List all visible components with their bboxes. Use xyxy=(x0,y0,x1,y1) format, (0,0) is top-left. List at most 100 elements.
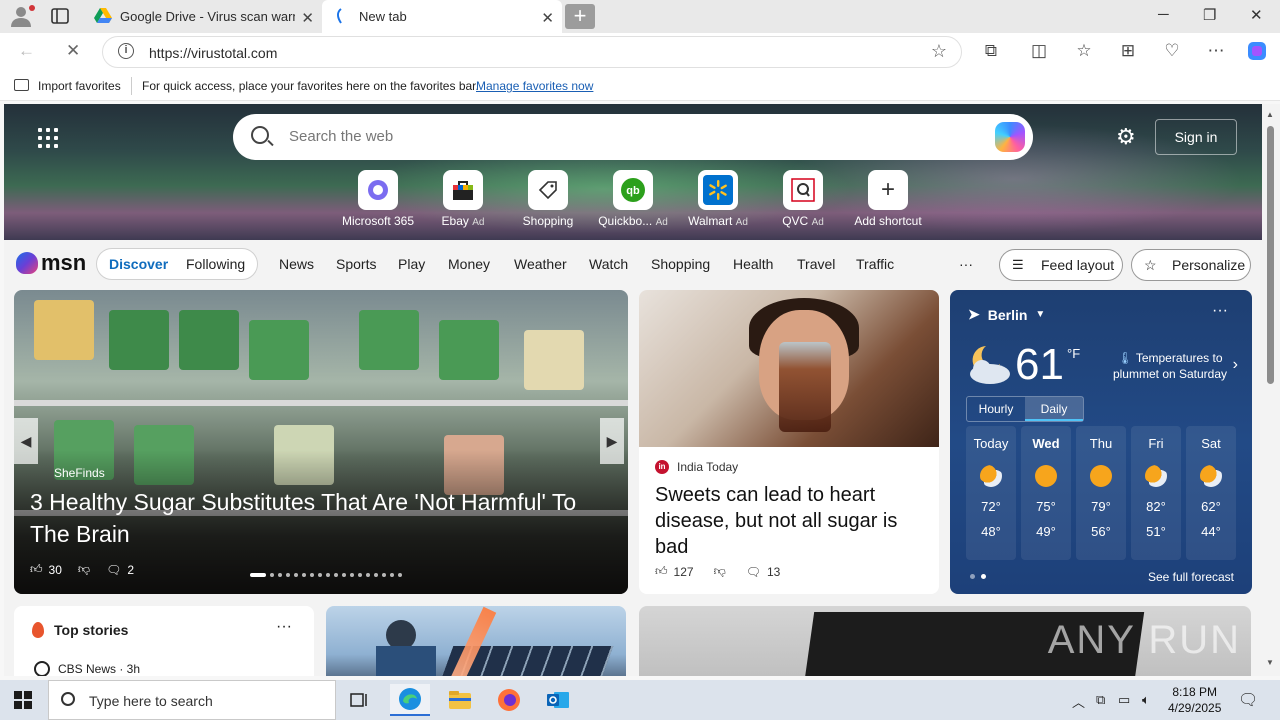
carousel-indicators[interactable] xyxy=(250,573,402,577)
carousel-next-button[interactable]: ▶ xyxy=(600,418,624,464)
nav-shopping[interactable]: Shopping xyxy=(651,256,710,272)
scrollbar-thumb[interactable] xyxy=(1267,126,1274,384)
more-nav-icon[interactable]: ··· xyxy=(959,256,973,272)
tab-google-drive[interactable]: Google Drive - Virus scan warning ✕ xyxy=(84,0,322,33)
more-options-icon[interactable]: ··· xyxy=(276,618,292,636)
taskbar-search-input[interactable]: Type here to search xyxy=(89,693,213,709)
nav-weather[interactable]: Weather xyxy=(514,256,567,272)
import-favorites-button[interactable]: Import favorites xyxy=(38,79,121,93)
comment-icon[interactable]: 🗨︎ xyxy=(106,563,121,577)
page-scrollbar[interactable]: ▲ ▼ xyxy=(1262,104,1280,676)
back-arrow-icon[interactable]: ← xyxy=(18,41,35,61)
forecast-day[interactable]: Thu 79° 56° xyxy=(1076,426,1126,560)
volume-icon[interactable]: 🔈︎ xyxy=(1142,692,1150,708)
show-hidden-icons-chevron-icon[interactable]: ︿ xyxy=(1072,692,1085,711)
like-icon[interactable]: 👍︎ xyxy=(30,562,43,577)
new-tab-button[interactable]: + xyxy=(565,4,595,29)
solar-panel-article-card[interactable] xyxy=(326,606,626,676)
carousel-prev-button[interactable]: ◀ xyxy=(14,418,38,464)
article-title[interactable]: 3 Healthy Sugar Substitutes That Are 'No… xyxy=(30,486,620,550)
nav-watch[interactable]: Watch xyxy=(589,256,628,272)
outlook-icon[interactable] xyxy=(538,684,578,716)
nav-travel[interactable]: Travel xyxy=(797,256,835,272)
manage-favorites-link[interactable]: Manage favorites now xyxy=(476,79,593,93)
file-explorer-icon[interactable] xyxy=(440,684,480,716)
shortcut-microsoft-365[interactable]: Microsoft 365 xyxy=(339,170,417,228)
network-icon[interactable]: ▭ xyxy=(1118,692,1130,708)
stop-loading-icon[interactable]: ✕ xyxy=(66,41,80,61)
forecast-day[interactable]: Wed 75° 49° xyxy=(1021,426,1071,560)
tab-new-tab[interactable]: New tab ✕ xyxy=(322,0,562,33)
extensions-icon[interactable]: ⧉ xyxy=(980,40,1002,62)
weather-page-indicators[interactable] xyxy=(970,574,986,579)
featured-article-card[interactable]: ◀ ▶ SheFinds 3 Healthy Sugar Substitutes… xyxy=(14,290,628,594)
nav-health[interactable]: Health xyxy=(733,256,773,272)
system-clock[interactable]: 8:18 PM 4/29/2025 xyxy=(1168,684,1221,716)
dislike-icon[interactable]: 👎︎ xyxy=(714,564,726,579)
app-launcher-icon[interactable] xyxy=(38,128,58,148)
minimize-button[interactable]: ─ xyxy=(1158,6,1169,23)
shortcut-ebay[interactable]: Ebay Ad xyxy=(424,170,502,228)
browser-essentials-icon[interactable]: ♡ xyxy=(1161,40,1183,62)
device-icon[interactable]: ⧉ xyxy=(1096,692,1105,708)
close-window-button[interactable]: ✕ xyxy=(1250,6,1263,24)
close-tab-icon[interactable]: ✕ xyxy=(301,9,314,27)
notifications-icon[interactable]: 🗨︎ xyxy=(1238,690,1258,710)
forecast-day[interactable]: Today 72° 48° xyxy=(966,426,1016,560)
copilot-icon[interactable] xyxy=(995,122,1025,152)
weather-card[interactable]: ➤ Berlin ▼ ··· 61 °F 🌡︎ Temperatures to … xyxy=(950,290,1252,594)
shortcut-qvc[interactable]: QVC Ad xyxy=(764,170,842,228)
tab-daily[interactable]: Daily xyxy=(1025,397,1083,421)
address-bar[interactable]: i https://virustotal.com ☆ xyxy=(102,36,962,68)
shortcut-quickbooks[interactable]: qb Quickbo... Ad xyxy=(594,170,672,228)
windows-start-icon[interactable] xyxy=(14,691,32,709)
nav-traffic[interactable]: Traffic xyxy=(856,256,894,272)
msn-logo[interactable]: msn xyxy=(16,250,86,276)
weather-alert[interactable]: 🌡︎ Temperatures to plummet on Saturday xyxy=(1100,350,1240,382)
more-menu-icon[interactable]: ⋯ xyxy=(1205,40,1227,62)
favorite-star-icon[interactable]: ☆ xyxy=(931,41,947,62)
scroll-up-icon[interactable]: ▲ xyxy=(1266,110,1274,119)
search-input[interactable]: Search the web xyxy=(289,128,393,145)
task-view-icon[interactable] xyxy=(340,684,380,716)
feed-layout-button[interactable]: ☰ Feed layout xyxy=(999,249,1123,281)
web-search-box[interactable]: Search the web xyxy=(233,114,1033,160)
article-title[interactable]: Sweets can lead to heart disease, but no… xyxy=(655,482,925,560)
tab-actions-icon[interactable] xyxy=(50,7,70,25)
personalize-button[interactable]: ☆ Personalize xyxy=(1131,249,1251,281)
tab-following[interactable]: Following xyxy=(186,256,245,272)
like-icon[interactable]: 👍︎ xyxy=(655,564,668,579)
site-info-icon[interactable]: i xyxy=(118,43,134,59)
news-article-card[interactable]: in India Today Sweets can lead to heart … xyxy=(639,290,939,594)
sign-in-button[interactable]: Sign in xyxy=(1155,119,1237,155)
nav-play[interactable]: Play xyxy=(398,256,425,272)
laptop-article-card[interactable]: ANY RUN xyxy=(639,606,1251,676)
add-shortcut-button[interactable]: + Add shortcut xyxy=(849,170,927,228)
taskbar-search-box[interactable]: Type here to search xyxy=(48,680,336,720)
shortcut-shopping[interactable]: Shopping xyxy=(509,170,587,228)
edge-taskbar-icon[interactable] xyxy=(390,684,430,716)
split-screen-icon[interactable]: ◫ xyxy=(1028,40,1050,62)
nav-news[interactable]: News xyxy=(279,256,314,272)
collections-icon[interactable]: ⊞ xyxy=(1117,40,1139,62)
nav-money[interactable]: Money xyxy=(448,256,490,272)
copilot-icon[interactable] xyxy=(1246,40,1268,62)
close-tab-icon[interactable]: ✕ xyxy=(541,9,554,27)
comment-icon[interactable]: 🗨︎ xyxy=(746,565,761,579)
restore-button[interactable]: ❐ xyxy=(1203,6,1216,24)
dislike-icon[interactable]: 👎︎ xyxy=(78,562,90,577)
tab-discover[interactable]: Discover xyxy=(109,256,168,272)
forecast-day[interactable]: Sat 62° 44° xyxy=(1186,426,1236,560)
weather-location[interactable]: ➤ Berlin ▼ xyxy=(968,306,1045,323)
nav-sports[interactable]: Sports xyxy=(336,256,376,272)
scroll-down-icon[interactable]: ▼ xyxy=(1266,658,1274,667)
see-full-forecast-link[interactable]: See full forecast xyxy=(1148,570,1234,584)
firefox-icon[interactable] xyxy=(489,684,529,716)
more-options-icon[interactable]: ··· xyxy=(1212,302,1228,320)
url-text[interactable]: https://virustotal.com xyxy=(149,45,277,61)
tab-hourly[interactable]: Hourly xyxy=(967,397,1025,421)
chevron-right-icon[interactable]: › xyxy=(1233,356,1238,374)
forecast-day[interactable]: Fri 82° 51° xyxy=(1131,426,1181,560)
favorites-icon[interactable]: ☆ xyxy=(1073,40,1095,62)
shortcut-walmart[interactable]: Walmart Ad xyxy=(679,170,757,228)
